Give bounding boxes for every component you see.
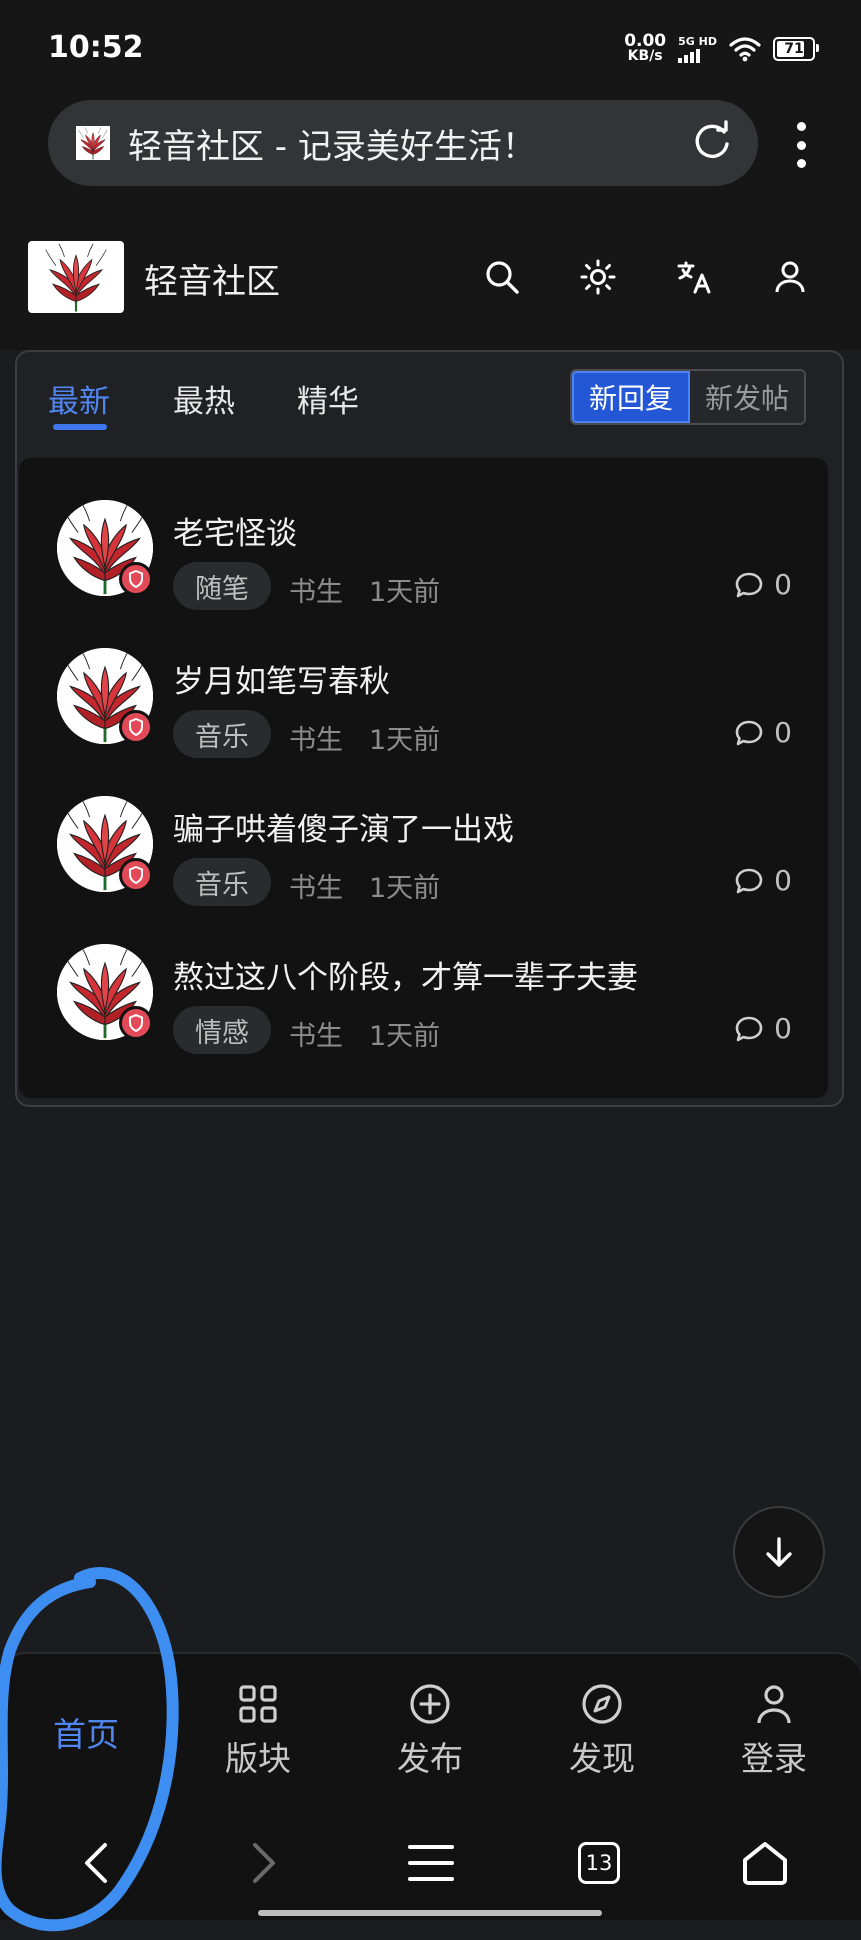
- tabs-button[interactable]: 13: [574, 1838, 624, 1888]
- post-time: 1天前: [369, 873, 441, 904]
- post-category-tag[interactable]: 情感: [173, 1006, 271, 1054]
- post-category-tag[interactable]: 音乐: [173, 710, 271, 758]
- nav-discover[interactable]: 发现: [542, 1682, 662, 1780]
- search-icon[interactable]: [480, 255, 524, 299]
- address-bar[interactable]: 轻音社区 - 记录美好生活！: [48, 100, 758, 186]
- post-item[interactable]: 老宅怪谈 随笔 书生 1天前 0: [19, 458, 828, 610]
- site-header: 轻音社区: [0, 200, 861, 350]
- post-category-tag[interactable]: 音乐: [173, 858, 271, 906]
- wifi-icon: [729, 37, 761, 62]
- shield-badge-icon: [119, 562, 153, 596]
- tab-count: 13: [578, 1842, 620, 1884]
- comment-icon: [735, 572, 763, 597]
- nav-discover-label: 发现: [569, 1739, 635, 1778]
- post-title[interactable]: 老宅怪谈: [173, 508, 297, 553]
- forward-icon[interactable]: [238, 1838, 288, 1888]
- browser-bottom-bar: 13: [0, 1802, 861, 1920]
- network-speed: 0.00 KB/s: [624, 31, 667, 64]
- status-bar: 10:52 0.00 KB/s 5G HD 71: [0, 0, 861, 100]
- reload-icon[interactable]: [690, 120, 734, 164]
- post-item[interactable]: 骗子哄着傻子演了一出戏 音乐 书生 1天前 0: [19, 754, 828, 906]
- compass-icon: [582, 1684, 622, 1724]
- post-time: 1天前: [369, 725, 441, 756]
- nav-publish[interactable]: 发布: [370, 1682, 490, 1780]
- post-time: 1天前: [369, 1021, 441, 1052]
- post-author[interactable]: 书生: [289, 570, 343, 609]
- comment-icon: [735, 1016, 763, 1041]
- comment-count-value: 0: [774, 568, 792, 601]
- comment-count: 0: [734, 716, 792, 749]
- sort-new-post-button[interactable]: 新发帖: [690, 371, 804, 423]
- nav-login-label: 登录: [741, 1739, 807, 1778]
- avatar[interactable]: [57, 500, 153, 596]
- browser-toolbar: 轻音社区 - 记录美好生活！: [0, 100, 861, 200]
- plus-circle-icon: [410, 1684, 450, 1724]
- theme-toggle-icon[interactable]: [576, 255, 620, 299]
- post-time: 1天前: [369, 577, 441, 608]
- menu-icon[interactable]: [406, 1838, 456, 1888]
- network-speed-value: 0.00: [624, 31, 667, 51]
- nav-login[interactable]: 登录: [714, 1682, 834, 1780]
- post-item[interactable]: 岁月如笔写春秋 音乐 书生 1天前 0: [19, 606, 828, 758]
- site-name[interactable]: 轻音社区: [144, 254, 280, 303]
- translate-icon[interactable]: [672, 255, 716, 299]
- nav-boards-label: 版块: [225, 1739, 291, 1778]
- post-title[interactable]: 骗子哄着傻子演了一出戏: [173, 804, 514, 849]
- shield-badge-icon: [119, 858, 153, 892]
- comment-count: 0: [734, 864, 792, 897]
- gesture-home-indicator: [258, 1910, 602, 1916]
- post-author[interactable]: 书生: [289, 718, 343, 757]
- post-title[interactable]: 岁月如笔写春秋: [173, 656, 390, 701]
- site-favicon-icon: [72, 126, 114, 160]
- comment-count: 0: [734, 1012, 792, 1045]
- cellular-signal-icon: 5G HD: [678, 36, 717, 63]
- grid-icon: [239, 1685, 277, 1723]
- shield-badge-icon: [119, 1006, 153, 1040]
- network-type-label: 5G HD: [678, 34, 717, 48]
- user-icon: [757, 1685, 791, 1724]
- comment-count-value: 0: [774, 864, 792, 897]
- battery-icon: 71: [773, 37, 819, 61]
- back-icon[interactable]: [72, 1838, 122, 1888]
- tab-latest[interactable]: 最新: [48, 376, 110, 421]
- nav-publish-label: 发布: [397, 1739, 463, 1778]
- nav-home[interactable]: 首页: [26, 1682, 146, 1756]
- user-icon[interactable]: [768, 255, 812, 299]
- home-icon[interactable]: [740, 1838, 790, 1888]
- nav-boards[interactable]: 版块: [198, 1682, 318, 1780]
- comment-count-value: 0: [774, 1012, 792, 1045]
- scroll-down-button[interactable]: [733, 1506, 825, 1598]
- post-category-tag[interactable]: 随笔: [173, 562, 271, 610]
- bottom-nav: 首页 版块 发布 发现 登录: [0, 1652, 861, 1802]
- arrow-down-icon: [766, 1537, 792, 1567]
- avatar[interactable]: [57, 796, 153, 892]
- status-time: 10:52: [48, 30, 144, 65]
- avatar[interactable]: [57, 944, 153, 1040]
- comment-count: 0: [734, 568, 792, 601]
- comment-count-value: 0: [774, 716, 792, 749]
- post-list: 老宅怪谈 随笔 书生 1天前 0 岁月如笔写春秋 音乐 书生 1天前 0 骗子哄…: [19, 458, 828, 1098]
- post-author[interactable]: 书生: [289, 866, 343, 905]
- tab-featured[interactable]: 精华: [297, 376, 359, 421]
- post-list-panel: 最新 最热 精华 新回复 新发帖 老宅怪谈 随笔 书生 1天前 0 岁月如笔写春…: [15, 350, 844, 1107]
- post-author[interactable]: 书生: [289, 1014, 343, 1053]
- comment-icon: [735, 868, 763, 893]
- post-item[interactable]: 熬过这八个阶段，才算一辈子夫妻 情感 书生 1天前 0: [19, 902, 828, 1054]
- network-speed-unit: KB/s: [627, 48, 663, 64]
- page-title: 轻音社区 - 记录美好生活！: [128, 126, 536, 167]
- sort-toggle: 新回复 新发帖: [570, 369, 806, 425]
- active-tab-indicator: [53, 424, 107, 430]
- site-logo[interactable]: [28, 241, 124, 313]
- comment-icon: [735, 720, 763, 745]
- more-menu-icon[interactable]: [788, 122, 814, 168]
- shield-badge-icon: [119, 710, 153, 744]
- nav-home-label: 首页: [53, 1715, 119, 1754]
- status-indicators: 0.00 KB/s 5G HD 71: [624, 31, 819, 64]
- avatar[interactable]: [57, 648, 153, 744]
- battery-level: 71: [784, 41, 804, 57]
- post-title[interactable]: 熬过这八个阶段，才算一辈子夫妻: [173, 952, 638, 997]
- sort-new-reply-button[interactable]: 新回复: [572, 371, 690, 423]
- tab-hot[interactable]: 最热: [173, 376, 235, 421]
